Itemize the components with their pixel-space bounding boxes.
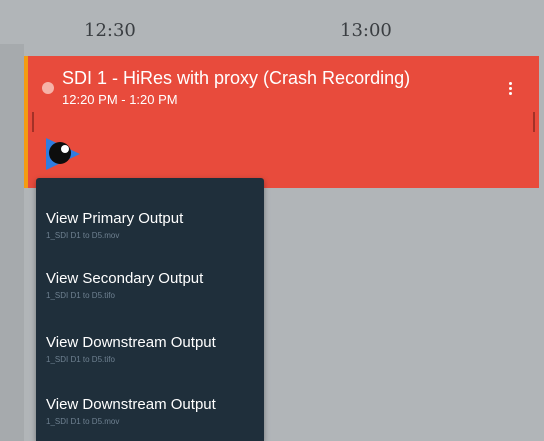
menu-item-view-primary-output[interactable]: View Primary Output 1_SDI D1 to D5.mov (46, 210, 258, 254)
menu-item-filename: 1_SDI D1 to D5.tifo (46, 355, 115, 364)
menu-item-view-secondary-output[interactable]: View Secondary Output 1_SDI D1 to D5.tif… (46, 270, 258, 314)
recording-block[interactable]: SDI 1 - HiRes with proxy (Crash Recordin… (24, 56, 539, 188)
recording-title: SDI 1 - HiRes with proxy (Crash Recordin… (62, 68, 411, 88)
menu-item-filename: 1_SDI D1 to D5.tifo (46, 291, 115, 300)
resize-handle-left[interactable] (32, 112, 34, 132)
menu-item-label: View Primary Output (46, 210, 184, 227)
menu-item-filename: 1_SDI D1 to D5.mov (46, 417, 120, 426)
menu-item-view-downstream-output-tifo[interactable]: View Downstream Output 1_SDI D1 to D5.ti… (46, 334, 258, 378)
status-dot-icon (42, 82, 54, 94)
time-label-1230: 12:30 (84, 20, 136, 41)
menu-item-view-downstream-output-mov[interactable]: View Downstream Output 1_SDI D1 to D5.mo… (46, 396, 258, 440)
menu-item-label: View Downstream Output (46, 334, 216, 351)
time-label-1300: 13:00 (340, 20, 392, 41)
resize-handle-right[interactable] (533, 112, 535, 132)
menu-item-label: View Downstream Output (46, 396, 216, 413)
menu-item-label: View Secondary Output (46, 270, 204, 287)
recording-time-range: 12:20 PM - 1:20 PM (62, 92, 178, 107)
output-menu: View Primary Output 1_SDI D1 to D5.mov V… (36, 178, 264, 441)
eye-icon[interactable] (44, 136, 84, 172)
menu-item-filename: 1_SDI D1 to D5.mov (46, 231, 120, 240)
timeline-header: 12:30 13:00 (0, 0, 544, 44)
kebab-menu-icon[interactable] (507, 82, 513, 102)
left-gutter (0, 44, 24, 441)
